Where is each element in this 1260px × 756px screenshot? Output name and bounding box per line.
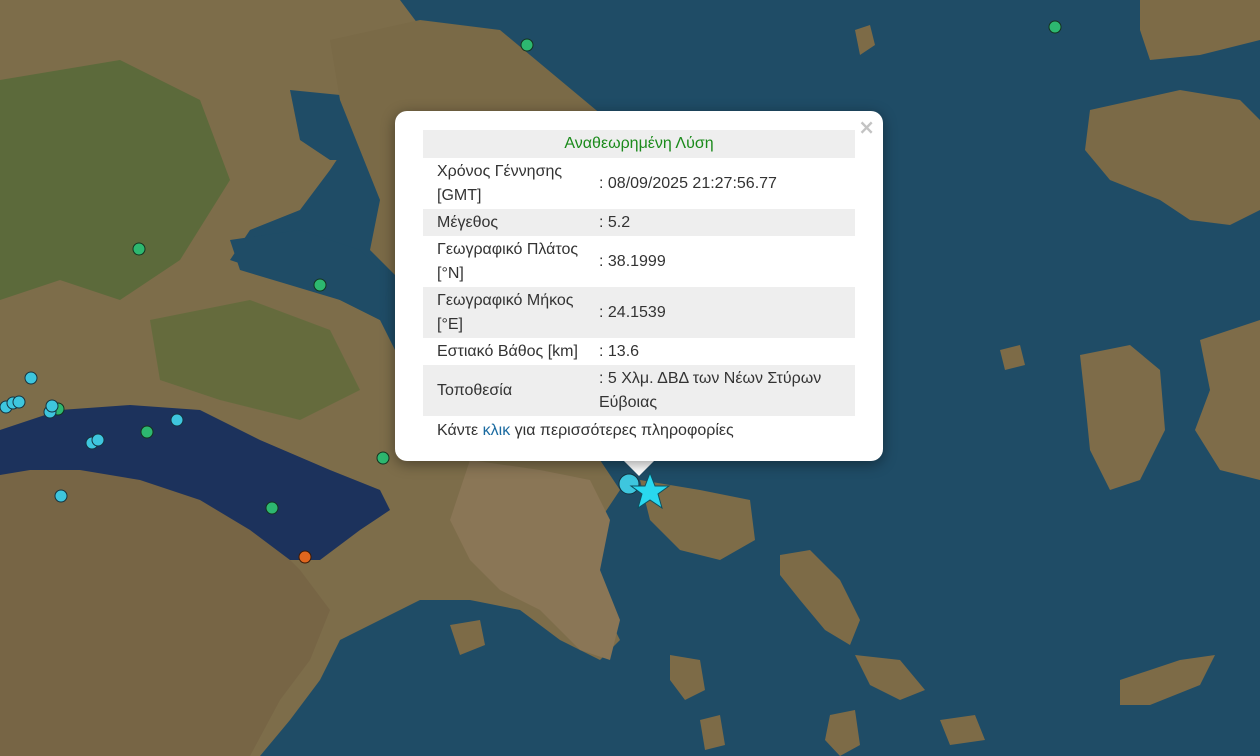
quake-marker-green: [265, 501, 279, 515]
more-info-link[interactable]: κλικ: [483, 422, 511, 439]
earthquake-info-popup: × Αναθεωρημένη Λύση Χρόνος Γέννησης [GMT…: [395, 111, 883, 461]
quake-marker-green: [140, 425, 154, 439]
table-row: Τοποθεσία : 5 Χλμ. ΔΒΔ των Νέων Στύρων Ε…: [423, 365, 855, 416]
quake-marker-green: [376, 451, 390, 465]
origin-time-label: Χρόνος Γέννησης [GMT]: [437, 162, 563, 204]
depth-label: Εστιακό Βάθος [km]: [437, 342, 578, 360]
depth-value: : 13.6: [599, 342, 640, 360]
popup-header: Αναθεωρημένη Λύση: [423, 130, 855, 158]
quake-marker-green: [132, 242, 146, 256]
quake-marker-cyan: [12, 395, 26, 409]
table-row: Γεωγραφικό Μήκος [°E] : 24.1539: [423, 287, 855, 338]
footer-suffix: για περισσότερες πληροφορίες: [514, 422, 734, 439]
popup-header-row: Αναθεωρημένη Λύση: [423, 130, 855, 158]
table-row: Εστιακό Βάθος [km] : 13.6: [423, 338, 855, 365]
table-row: Χρόνος Γέννησης [GMT] : 08/09/2025 21:27…: [423, 158, 855, 209]
earthquake-info-table: Αναθεωρημένη Λύση Χρόνος Γέννησης [GMT] …: [423, 130, 855, 446]
quake-marker-green: [313, 278, 327, 292]
latitude-value: : 38.1999: [599, 252, 666, 270]
quake-marker-green: [1048, 20, 1062, 34]
quake-marker-cyan-large: [618, 473, 640, 495]
latitude-label: Γεωγραφικό Πλάτος [°N]: [437, 240, 579, 282]
quake-marker-orange: [298, 550, 312, 564]
origin-time-value: : 08/09/2025 21:27:56.77: [599, 174, 777, 192]
quake-marker-cyan: [24, 371, 38, 385]
quake-marker-cyan: [45, 399, 59, 413]
quake-marker-cyan: [91, 433, 105, 447]
magnitude-label: Μέγεθος: [423, 209, 597, 236]
close-icon[interactable]: ×: [858, 117, 875, 137]
quake-marker-cyan: [54, 489, 68, 503]
location-label: Τοποθεσία: [423, 365, 597, 416]
popup-footer-row: Κάντε κλικ για περισσότερες πληροφορίες: [423, 416, 855, 446]
footer-prefix: Κάντε: [437, 422, 479, 439]
quake-marker-cyan: [170, 413, 184, 427]
popup-tip: [623, 460, 655, 476]
longitude-label: Γεωγραφικό Μήκος [°E]: [423, 287, 597, 338]
popup-footer: Κάντε κλικ για περισσότερες πληροφορίες: [423, 416, 855, 446]
quake-marker-green: [520, 38, 534, 52]
table-row: Μέγεθος : 5.2: [423, 209, 855, 236]
table-row: Γεωγραφικό Πλάτος [°N] : 38.1999: [423, 236, 855, 287]
magnitude-value: : 5.2: [597, 209, 855, 236]
location-value: : 5 Χλμ. ΔΒΔ των Νέων Στύρων Εύβοιας: [597, 365, 855, 416]
longitude-value: : 24.1539: [597, 287, 855, 338]
